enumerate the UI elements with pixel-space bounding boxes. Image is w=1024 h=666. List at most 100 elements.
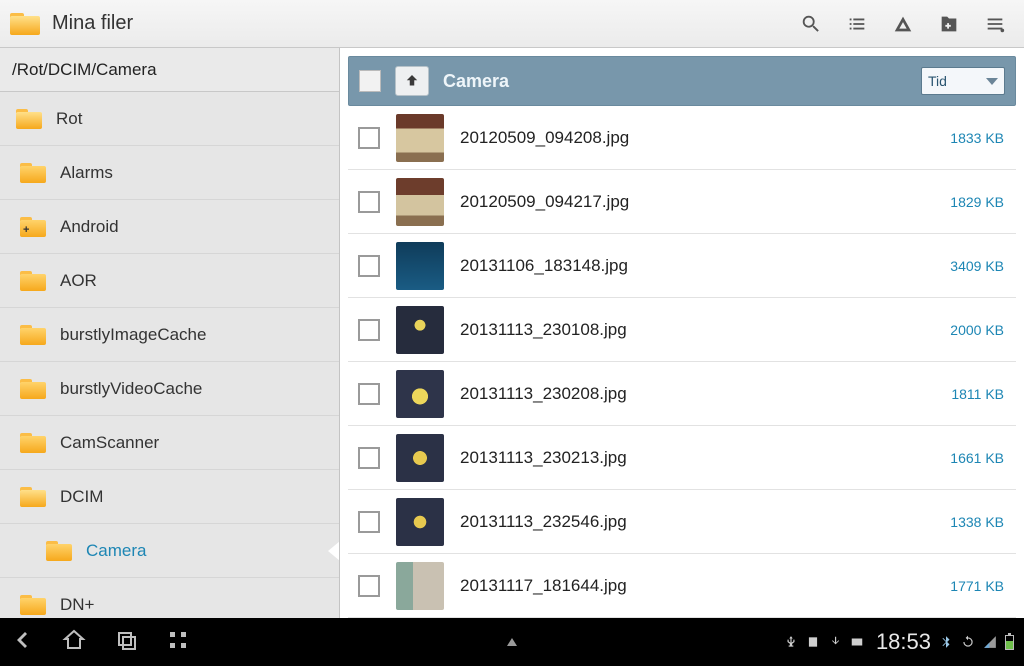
file-checkbox[interactable] <box>358 575 380 597</box>
sidebar-item-burstlyvideocache[interactable]: burstlyVideoCache <box>0 362 339 416</box>
home-icon[interactable] <box>62 628 86 657</box>
folder-icon <box>46 541 72 561</box>
menu-icon[interactable] <box>972 0 1018 48</box>
file-thumbnail <box>396 306 444 354</box>
recent-apps-icon[interactable] <box>114 628 138 657</box>
system-nav-bar: 18:53 <box>0 618 1024 666</box>
file-name: 20131117_181644.jpg <box>460 576 934 596</box>
status-area: 18:53 <box>784 629 1014 655</box>
current-folder-label: Camera <box>443 71 907 92</box>
file-row[interactable]: 20131113_230213.jpg1661 KB <box>348 426 1016 490</box>
file-row[interactable]: 20120509_094217.jpg 1829 KB <box>348 170 1016 234</box>
file-checkbox[interactable] <box>358 191 380 213</box>
folder-icon <box>20 433 46 453</box>
app-title: Mina filer <box>52 12 788 35</box>
file-size: 1829 KB <box>950 194 1010 210</box>
chevron-down-icon <box>986 78 998 85</box>
file-size: 1811 KB <box>951 386 1010 402</box>
file-row[interactable]: 20131117_181644.jpg1771 KB <box>348 554 1016 618</box>
file-thumbnail <box>396 370 444 418</box>
search-icon[interactable] <box>788 0 834 48</box>
file-name: 20120509_094217.jpg <box>460 192 934 212</box>
file-name: 20131113_230108.jpg <box>460 320 934 340</box>
file-size: 2000 KB <box>950 322 1010 338</box>
folder-icon <box>20 325 46 345</box>
sd-icon <box>806 635 820 649</box>
list-header: Camera Tid <box>348 56 1016 106</box>
sidebar-item-label: AOR <box>60 271 97 291</box>
folder-icon <box>20 595 46 615</box>
app-bar: Mina filer <box>0 0 1024 48</box>
file-thumbnail <box>396 562 444 610</box>
sidebar-item-label: DN+ <box>60 595 94 615</box>
sidebar-item-label: Camera <box>86 541 146 561</box>
sidebar-item-android[interactable]: + Android <box>0 200 339 254</box>
new-folder-icon[interactable] <box>926 0 972 48</box>
wifi-icon <box>983 635 997 649</box>
file-thumbnail <box>396 498 444 546</box>
file-thumbnail <box>396 242 444 290</box>
mail-icon <box>850 635 864 649</box>
up-folder-button[interactable] <box>395 66 429 96</box>
file-row[interactable]: 20131113_232546.jpg 1338 KB <box>348 490 1016 554</box>
sort-label: Tid <box>928 73 947 89</box>
sidebar-item-aor[interactable]: AOR <box>0 254 339 308</box>
sidebar-item-rot[interactable]: Rot <box>0 92 339 146</box>
folder-tree: Rot Alarms + Android AOR burstlyImageCache bur… <box>0 92 339 618</box>
select-all-checkbox[interactable] <box>359 70 381 92</box>
folder-icon <box>20 271 46 291</box>
usb-icon <box>784 635 798 649</box>
file-size: 1338 KB <box>950 514 1010 530</box>
file-row[interactable]: 20131113_230208.jpg1811 KB <box>348 362 1016 426</box>
file-list: 20120509_094208.jpg 1833 KB 20120509_09421… <box>340 106 1024 618</box>
file-thumbnail <box>396 178 444 226</box>
sidebar-item-label: Android <box>60 217 119 237</box>
file-row[interactable]: 20131113_230108.jpg 2000 KB <box>348 298 1016 362</box>
file-size: 1833 KB <box>950 130 1010 146</box>
file-row[interactable]: 20120509_094208.jpg 1833 KB <box>348 106 1016 170</box>
clock: 18:53 <box>876 629 931 655</box>
share-icon[interactable] <box>880 0 926 48</box>
sort-dropdown[interactable]: Tid <box>921 67 1005 95</box>
download-icon <box>828 635 842 649</box>
sidebar-item-camscanner[interactable]: CamScanner <box>0 416 339 470</box>
file-name: 20131106_183148.jpg <box>460 256 934 276</box>
file-name: 20131113_230213.jpg <box>460 448 934 468</box>
sidebar-item-label: DCIM <box>60 487 103 507</box>
back-icon[interactable] <box>10 628 34 657</box>
sidebar-item-label: Rot <box>56 109 82 129</box>
file-checkbox[interactable] <box>358 511 380 533</box>
scan-icon[interactable] <box>166 628 190 657</box>
folder-icon <box>20 163 46 183</box>
sidebar-item-burstlyimagecache[interactable]: burstlyImageCache <box>0 308 339 362</box>
bluetooth-icon <box>939 635 953 649</box>
folder-icon <box>16 109 42 129</box>
list-view-icon[interactable] <box>834 0 880 48</box>
expand-badge: + <box>23 224 33 234</box>
file-name: 20131113_232546.jpg <box>460 512 934 532</box>
battery-icon <box>1005 635 1014 650</box>
file-checkbox[interactable] <box>358 127 380 149</box>
folder-icon <box>20 487 46 507</box>
file-size: 3409 KB <box>950 258 1010 274</box>
file-checkbox[interactable] <box>358 447 380 469</box>
breadcrumb[interactable]: /Rot/DCIM/Camera <box>0 48 339 92</box>
expand-caret-icon[interactable] <box>507 638 517 646</box>
file-checkbox[interactable] <box>358 383 380 405</box>
sidebar-item-camera[interactable]: Camera <box>0 524 339 578</box>
sidebar-item-label: Alarms <box>60 163 113 183</box>
file-checkbox[interactable] <box>358 319 380 341</box>
file-thumbnail <box>396 434 444 482</box>
sidebar-item-dn-[interactable]: DN+ <box>0 578 339 618</box>
file-pane: Camera Tid 20120509_094208.jpg1833 KB201… <box>340 48 1024 618</box>
sidebar: /Rot/DCIM/Camera Rot Alarms + Android AOR bur… <box>0 48 340 618</box>
sidebar-item-label: burstlyVideoCache <box>60 379 202 399</box>
sidebar-item-dcim[interactable]: DCIM <box>0 470 339 524</box>
file-row[interactable]: 20131106_183148.jpg 3409 KB <box>348 234 1016 298</box>
file-name: 20120509_094208.jpg <box>460 128 934 148</box>
sidebar-item-alarms[interactable]: Alarms <box>0 146 339 200</box>
action-bar <box>788 0 1018 48</box>
folder-icon <box>20 379 46 399</box>
file-checkbox[interactable] <box>358 255 380 277</box>
file-thumbnail <box>396 114 444 162</box>
